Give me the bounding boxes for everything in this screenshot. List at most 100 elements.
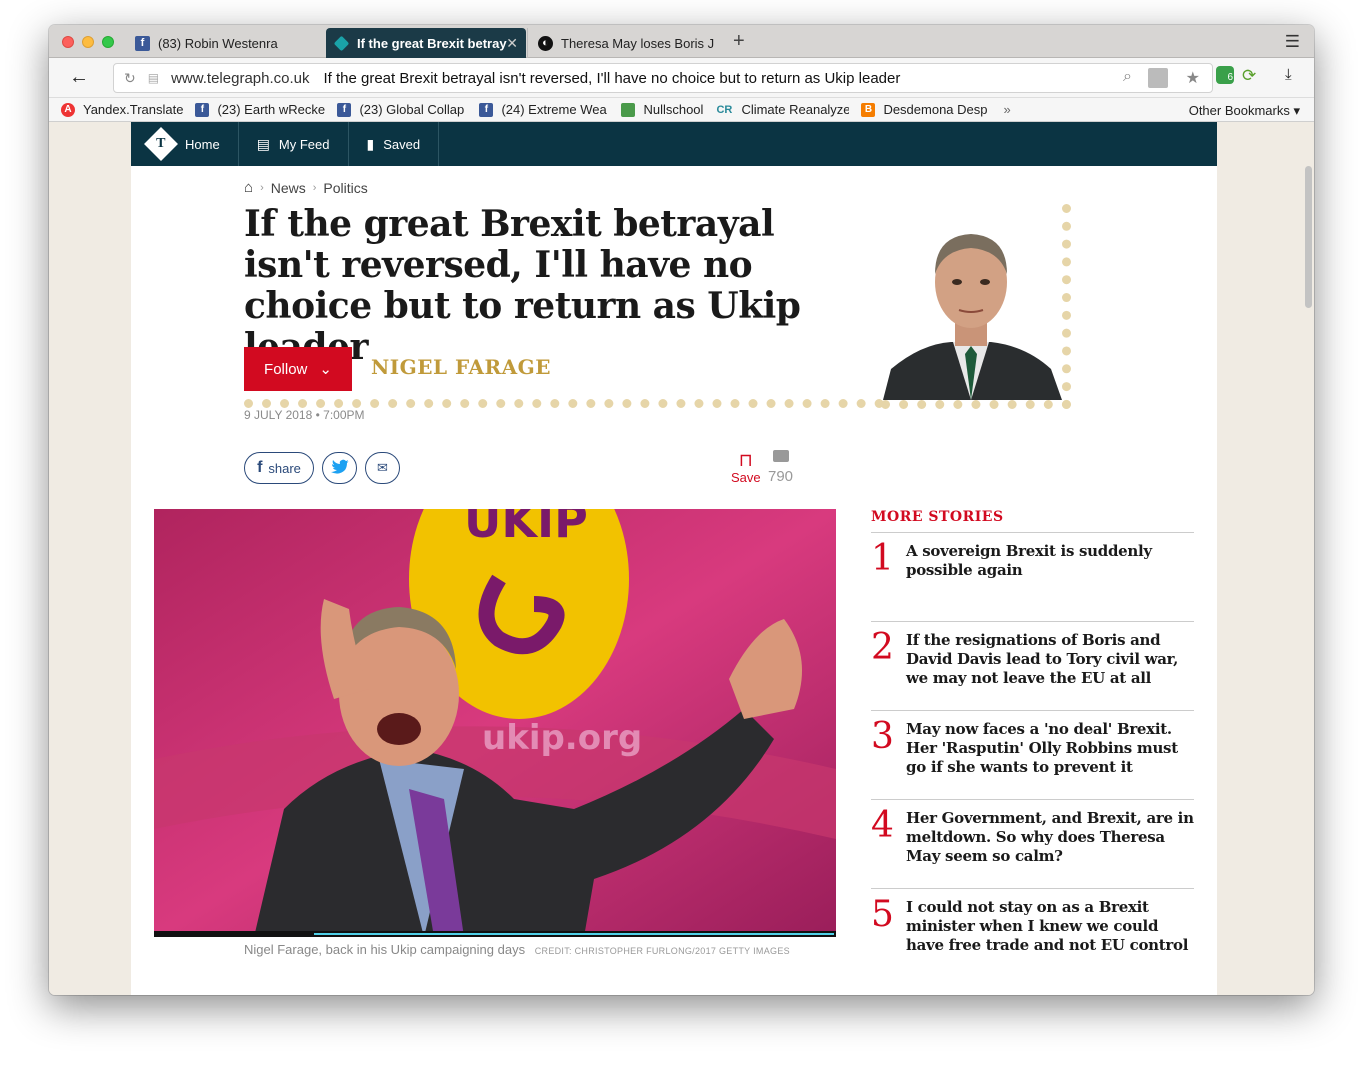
image-credit: CREDIT: CHRISTOPHER FURLONG/2017 GETTY I… (534, 946, 790, 956)
hamburger-menu-icon[interactable]: ☰ (1285, 32, 1300, 52)
close-tab-icon[interactable]: ✕ (506, 35, 518, 52)
vertical-scrollbar[interactable] (1305, 166, 1312, 308)
author-portrait-image (881, 204, 1062, 400)
navigation-bar: ← ↻ ▤ www.telegraph.co.uk If the great B… (49, 58, 1314, 98)
bookmark-yandex[interactable]: A Yandex.Translate (61, 102, 183, 117)
story-number: 2 (871, 627, 894, 668)
nav-home[interactable]: T Home (131, 122, 239, 166)
comments-link[interactable]: 790 (768, 450, 793, 485)
bookmark-desdemona[interactable]: B Desdemona Desp (861, 102, 991, 117)
facebook-icon: f (257, 459, 263, 476)
comment-count: 790 (768, 468, 794, 485)
home-icon[interactable]: ⌂ (244, 179, 253, 196)
more-stories-panel: MORE STORIES 1 A sovereign Brexit is sud… (871, 509, 1194, 978)
breadcrumb: ⌂ › News › Politics (244, 179, 368, 196)
earth-icon (621, 102, 636, 117)
comment-icon (772, 450, 789, 462)
facebook-share-button[interactable]: f share (244, 452, 314, 484)
tab-label: (83) Robin Westenra (158, 35, 278, 51)
more-stories-heading: MORE STORIES (871, 509, 1194, 533)
yandex-icon: A (61, 102, 75, 117)
extension-refresh-icon[interactable]: ⟳ (1242, 66, 1256, 86)
bookmark-climate-reanalyzer[interactable]: CR Climate Reanalyze (715, 102, 849, 117)
breadcrumb-politics[interactable]: Politics (323, 180, 367, 196)
minimize-window-button[interactable] (82, 36, 94, 48)
author-name[interactable]: NIGEL FARAGE (371, 355, 551, 379)
story-item[interactable]: 5 I could not stay on as a Brexit minist… (871, 889, 1194, 978)
twitter-icon (330, 459, 349, 477)
telegraph-icon (333, 35, 350, 51)
article-page: T Home ▤ My Feed ▮ Saved ⌂ › News › Poli… (131, 122, 1217, 995)
browser-window: f (83) Robin Westenra If the great Brexi… (49, 25, 1314, 995)
story-title[interactable]: If the resignations of Boris and David D… (906, 631, 1194, 710)
reload-icon[interactable]: ↻ (124, 70, 136, 87)
story-title[interactable]: I could not stay on as a Brexit minister… (906, 898, 1194, 978)
farage-ukip-photo: UKIP ukip.org (154, 509, 836, 937)
tab-label: If the great Brexit betray (357, 35, 507, 51)
facebook-icon: f (195, 102, 210, 117)
star-icon[interactable]: ★ (1186, 68, 1200, 88)
story-number: 5 (871, 894, 894, 935)
nav-my-feed[interactable]: ▤ My Feed (239, 122, 349, 166)
address-bar[interactable]: ↻ ▤ www.telegraph.co.uk If the great Bre… (113, 63, 1213, 93)
email-share-button[interactable]: ✉ (365, 452, 400, 484)
zoom-icon[interactable]: ⌕ (1123, 68, 1132, 86)
story-item[interactable]: 1 A sovereign Brexit is suddenly possibl… (871, 533, 1194, 622)
image-text-ukip: UKIP (464, 509, 588, 548)
story-item[interactable]: 4 Her Government, and Brexit, are in mel… (871, 800, 1194, 889)
feed-icon: ▤ (256, 135, 270, 152)
tab-telegraph[interactable]: If the great Brexit betray ✕ (326, 28, 526, 58)
follow-author-button[interactable]: Follow ⌄ (244, 347, 352, 391)
site-topnav: T Home ▤ My Feed ▮ Saved (131, 122, 1217, 166)
url-page-title: If the great Brexit betrayal isn't rever… (323, 69, 901, 87)
author-portrait (881, 204, 1071, 409)
extension-shield-icon[interactable]: 6 (1216, 66, 1234, 84)
new-tab-icon[interactable]: + (733, 30, 745, 53)
image-text-ukip-org: ukip.org (482, 718, 642, 758)
facebook-icon: f (479, 102, 494, 117)
bookmark-icon: ▮ (366, 135, 375, 152)
bookmark-global-collapse[interactable]: f (23) Global Collap (337, 102, 467, 117)
url-domain: www.telegraph.co.uk (171, 69, 310, 87)
article-main-image[interactable]: UKIP ukip.org (154, 509, 836, 937)
story-number: 3 (871, 716, 894, 757)
story-item[interactable]: 2 If the resignations of Boris and David… (871, 622, 1194, 711)
facebook-icon: f (337, 102, 352, 117)
bookmark-earth-wrecker[interactable]: f (23) Earth wRecke (195, 102, 325, 117)
nav-saved[interactable]: ▮ Saved (349, 122, 440, 166)
back-arrow-icon[interactable]: ← (69, 66, 89, 89)
page-info-icon[interactable]: ▤ (148, 71, 159, 85)
story-number: 1 (871, 538, 894, 579)
tab-label: Theresa May loses Boris J (561, 35, 715, 51)
story-title[interactable]: A sovereign Brexit is suddenly possible … (906, 542, 1194, 621)
page-viewport: T Home ▤ My Feed ▮ Saved ⌂ › News › Poli… (49, 122, 1314, 995)
blogger-icon: B (861, 102, 876, 117)
bookmarks-overflow-icon[interactable]: » (1003, 102, 1010, 117)
image-caption: Nigel Farage, back in his Ukip campaigni… (244, 942, 790, 957)
envelope-icon: ✉ (377, 460, 388, 475)
twitter-share-button[interactable] (322, 452, 357, 484)
tab-facebook[interactable]: f (83) Robin Westenra (125, 28, 325, 58)
story-title[interactable]: Her Government, and Brexit, are in meltd… (906, 809, 1194, 888)
story-title[interactable]: May now faces a 'no deal' Brexit. Her 'R… (906, 720, 1194, 799)
bookmark-extreme-weather[interactable]: f (24) Extreme Wea (479, 102, 609, 117)
bookmarks-bar: A Yandex.Translate f (23) Earth wRecke f (2… (49, 98, 1314, 122)
facebook-icon: f (135, 35, 150, 51)
article-headline: If the great Brexit betrayal isn't rever… (244, 203, 801, 368)
breadcrumb-news[interactable]: News (271, 180, 306, 196)
tab-theresa-may[interactable]: ◐ Theresa May loses Boris J (527, 28, 727, 58)
maximize-window-button[interactable] (102, 36, 114, 48)
lock-icon[interactable] (1148, 68, 1168, 88)
byline-divider (244, 399, 884, 408)
publish-date: 9 JULY 2018 • 7:00PM (244, 408, 365, 422)
telegraph-logo-icon: T (144, 127, 178, 161)
save-article-button[interactable]: ⊓ Save (731, 450, 761, 485)
download-icon[interactable]: ⤓ (1285, 66, 1292, 83)
other-bookmarks[interactable]: Other Bookmarks ▾ (1189, 103, 1300, 119)
globe-icon: ◐ (538, 35, 553, 51)
story-item[interactable]: 3 May now faces a 'no deal' Brexit. Her … (871, 711, 1194, 800)
close-window-button[interactable] (62, 36, 74, 48)
story-number: 4 (871, 805, 894, 846)
chevron-down-icon: ⌄ (319, 361, 332, 378)
bookmark-nullschool[interactable]: Nullschool (621, 102, 703, 117)
